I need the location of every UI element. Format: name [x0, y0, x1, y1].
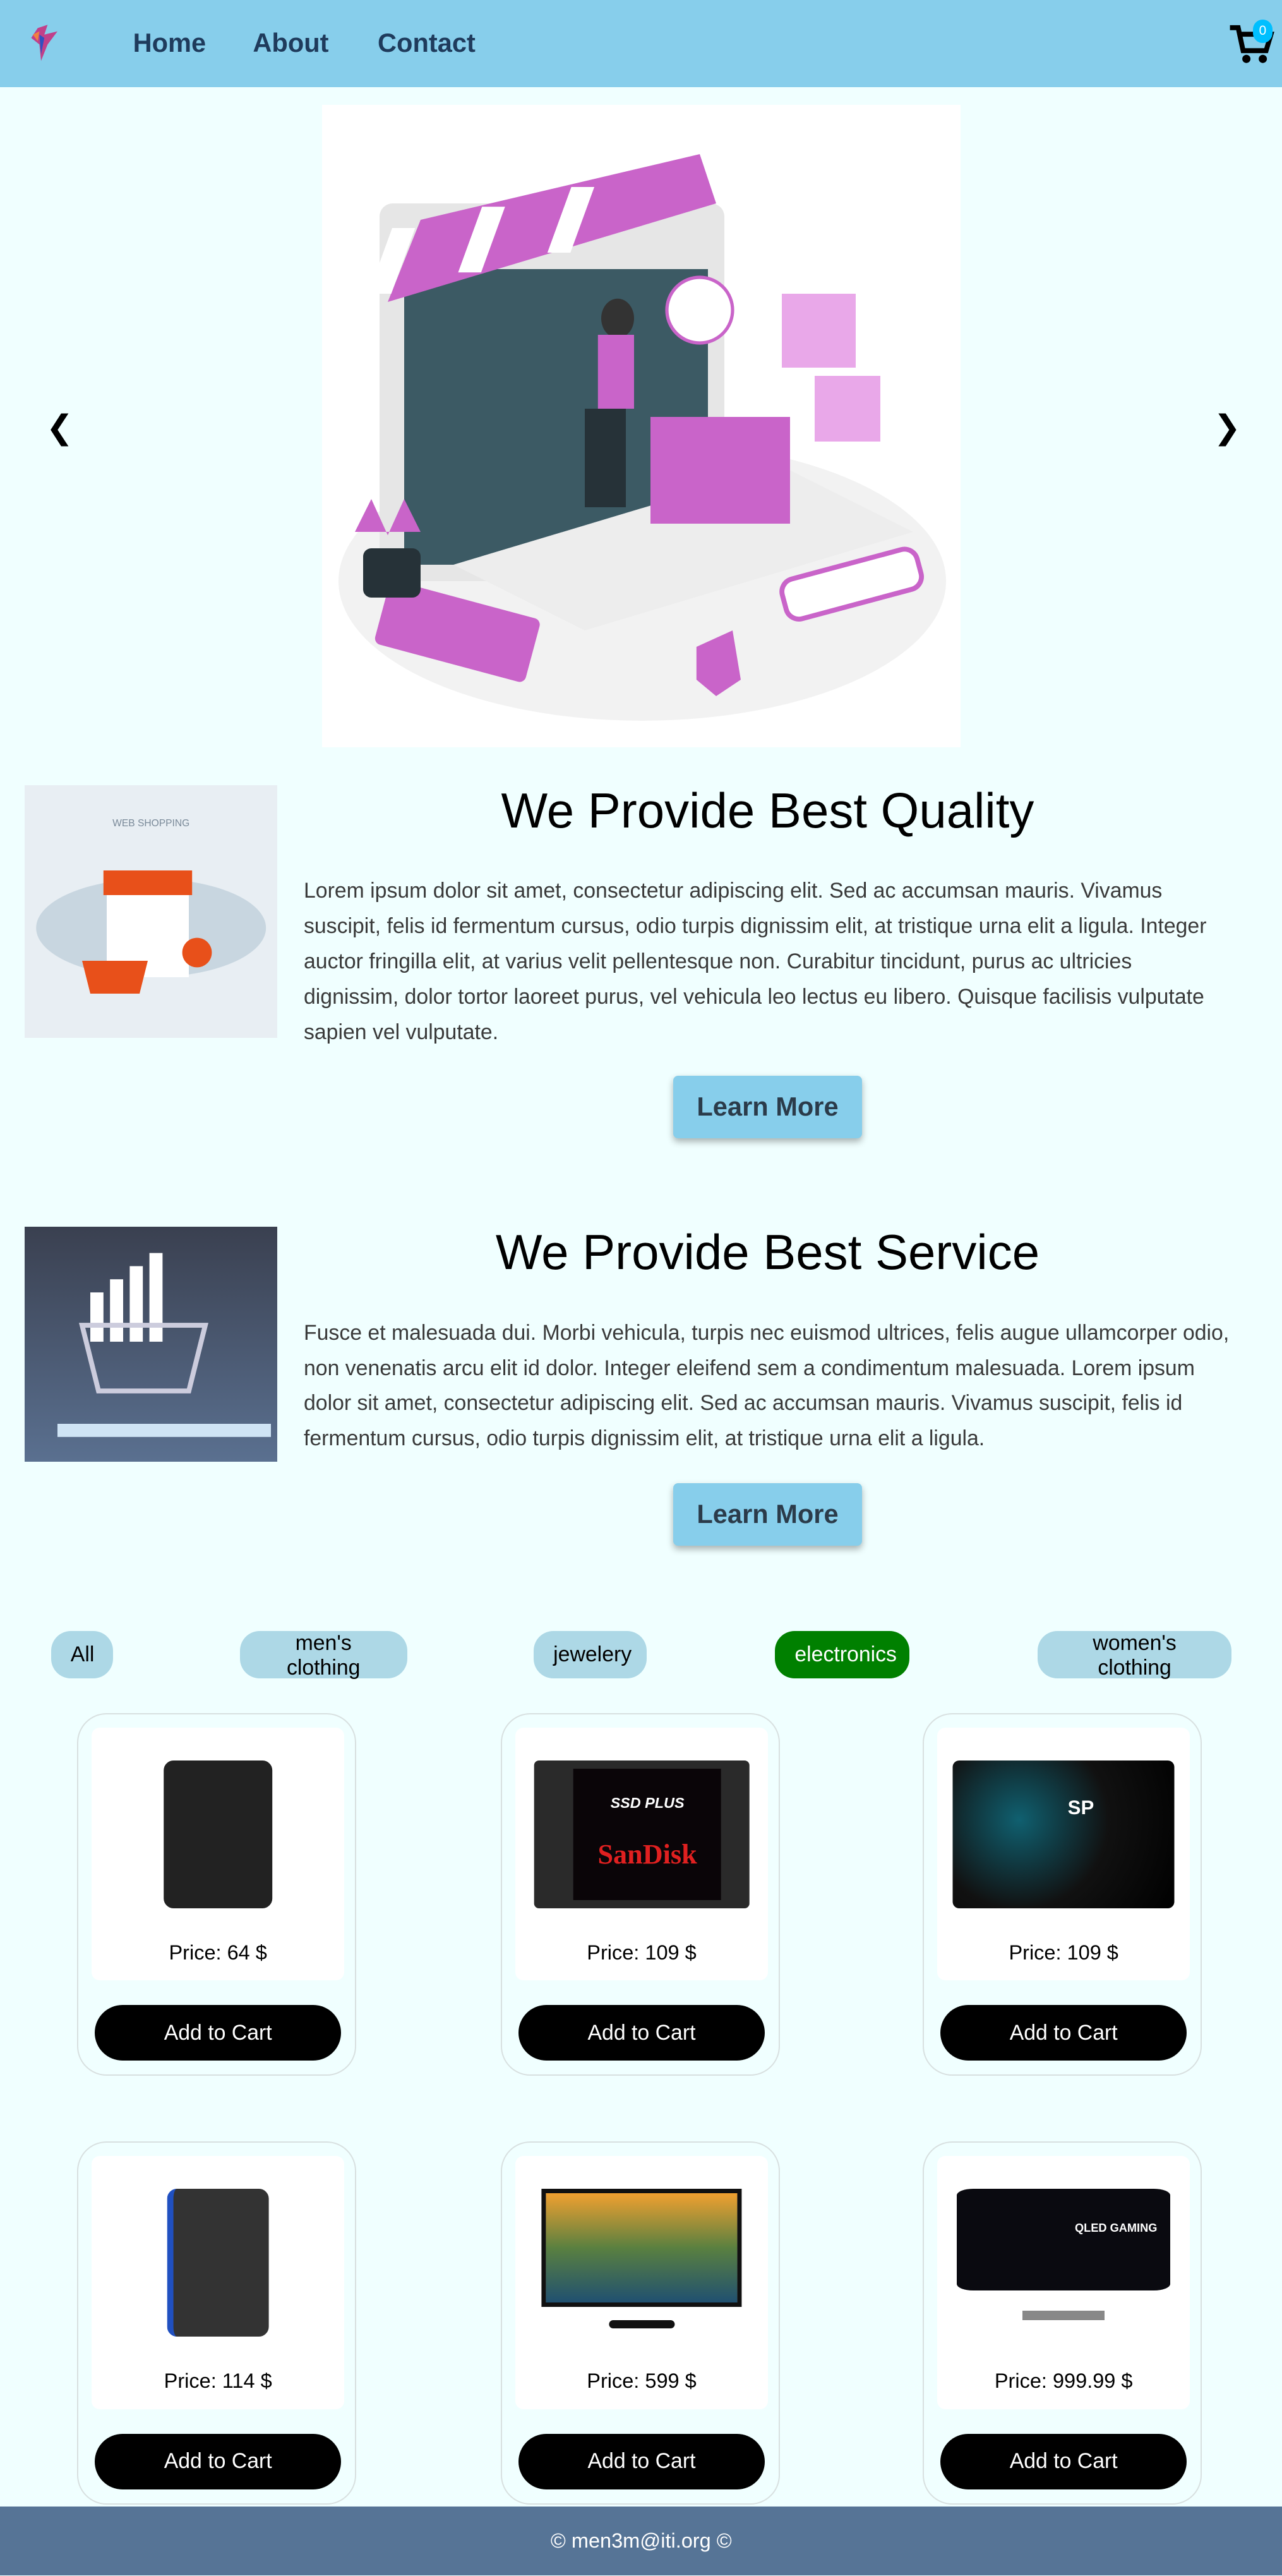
product-box: SP Price: 109 $	[937, 1727, 1190, 1980]
add-to-cart-button[interactable]: Add to Cart	[95, 2004, 342, 2061]
product-price: Price: 109 $	[587, 1941, 697, 1964]
section-title: We Provide Best Quality	[501, 782, 1034, 838]
footer: © men3m@iti.org ©	[0, 2506, 1282, 2575]
product-image: SP	[952, 1760, 1175, 1908]
learn-more-button[interactable]: Learn More	[673, 1075, 862, 1138]
product-card: QLED GAMING Price: 999.99 $ Add to Cart	[923, 2141, 1202, 2505]
learn-more-button[interactable]: Learn More	[673, 1483, 862, 1546]
cart-chart-image	[25, 1227, 278, 1462]
product-image	[164, 1760, 272, 1908]
product-card: SSD PLUS SanDisk Price: 109 $ Add to Cart	[501, 1712, 780, 2076]
nav-about[interactable]: About	[253, 28, 328, 58]
add-to-cart-button[interactable]: Add to Cart	[518, 2004, 765, 2061]
filter-all[interactable]: All	[51, 1630, 114, 1679]
product-card: Price: 64 $ Add to Cart	[77, 1712, 357, 2076]
section-text: Fusce et malesuada dui. Morbi vehicula, …	[303, 1320, 1230, 1451]
product-price: Price: 599 $	[587, 2369, 697, 2393]
add-to-cart-button[interactable]: Add to Cart	[940, 2004, 1187, 2061]
nav-home[interactable]: Home	[133, 28, 207, 58]
carousel-prev-button[interactable]: ❮	[46, 409, 74, 447]
add-to-cart-button[interactable]: Add to Cart	[518, 2433, 765, 2489]
web-shopping-image: WEB SHOPPING	[25, 785, 278, 1038]
filter-womens-clothing[interactable]: women's clothing	[1038, 1630, 1231, 1680]
section-title: We Provide Best Service	[495, 1224, 1040, 1280]
filter-mens-clothing[interactable]: men's clothing	[239, 1630, 407, 1680]
shopping-illustration	[338, 154, 946, 721]
product-box: Price: 599 $	[515, 2156, 769, 2409]
product-price: Price: 999.99 $	[994, 2369, 1133, 2393]
product-price: Price: 114 $	[164, 2369, 272, 2393]
product-image: SSD PLUS SanDisk	[534, 1760, 750, 1908]
image-label: WEB SHOPPING	[112, 817, 190, 829]
add-to-cart-button[interactable]: Add to Cart	[940, 2433, 1187, 2489]
product-image: QLED GAMING	[957, 2189, 1171, 2337]
product-box: QLED GAMING Price: 999.99 $	[937, 2156, 1190, 2409]
product-image	[541, 2189, 742, 2337]
product-price: Price: 109 $	[1009, 1941, 1118, 1964]
bird-logo-icon[interactable]	[25, 21, 66, 63]
filter-electronics[interactable]: electronics	[775, 1630, 910, 1679]
nav-contact[interactable]: Contact	[378, 28, 476, 58]
product-image	[167, 2189, 269, 2337]
product-box: SSD PLUS SanDisk Price: 109 $	[515, 1727, 769, 1980]
product-card: SP Price: 109 $ Add to Cart	[923, 1712, 1202, 2076]
product-card: Price: 114 $ Add to Cart	[77, 2141, 357, 2505]
navbar: Home About Contact 0	[0, 0, 1282, 87]
product-box: Price: 64 $	[91, 1727, 345, 1980]
add-to-cart-button[interactable]: Add to Cart	[95, 2433, 342, 2489]
product-box: Price: 114 $	[91, 2156, 345, 2409]
filter-jewelery[interactable]: jewelery	[533, 1630, 647, 1679]
carousel-next-button[interactable]: ❯	[1213, 409, 1241, 447]
section-text: Lorem ipsum dolor sit amet, consectetur …	[303, 879, 1207, 1044]
cart-count-badge: 0	[1252, 20, 1273, 43]
product-price: Price: 64 $	[169, 1941, 267, 1964]
product-card: Price: 599 $ Add to Cart	[501, 2141, 780, 2505]
carousel-image	[321, 105, 961, 747]
